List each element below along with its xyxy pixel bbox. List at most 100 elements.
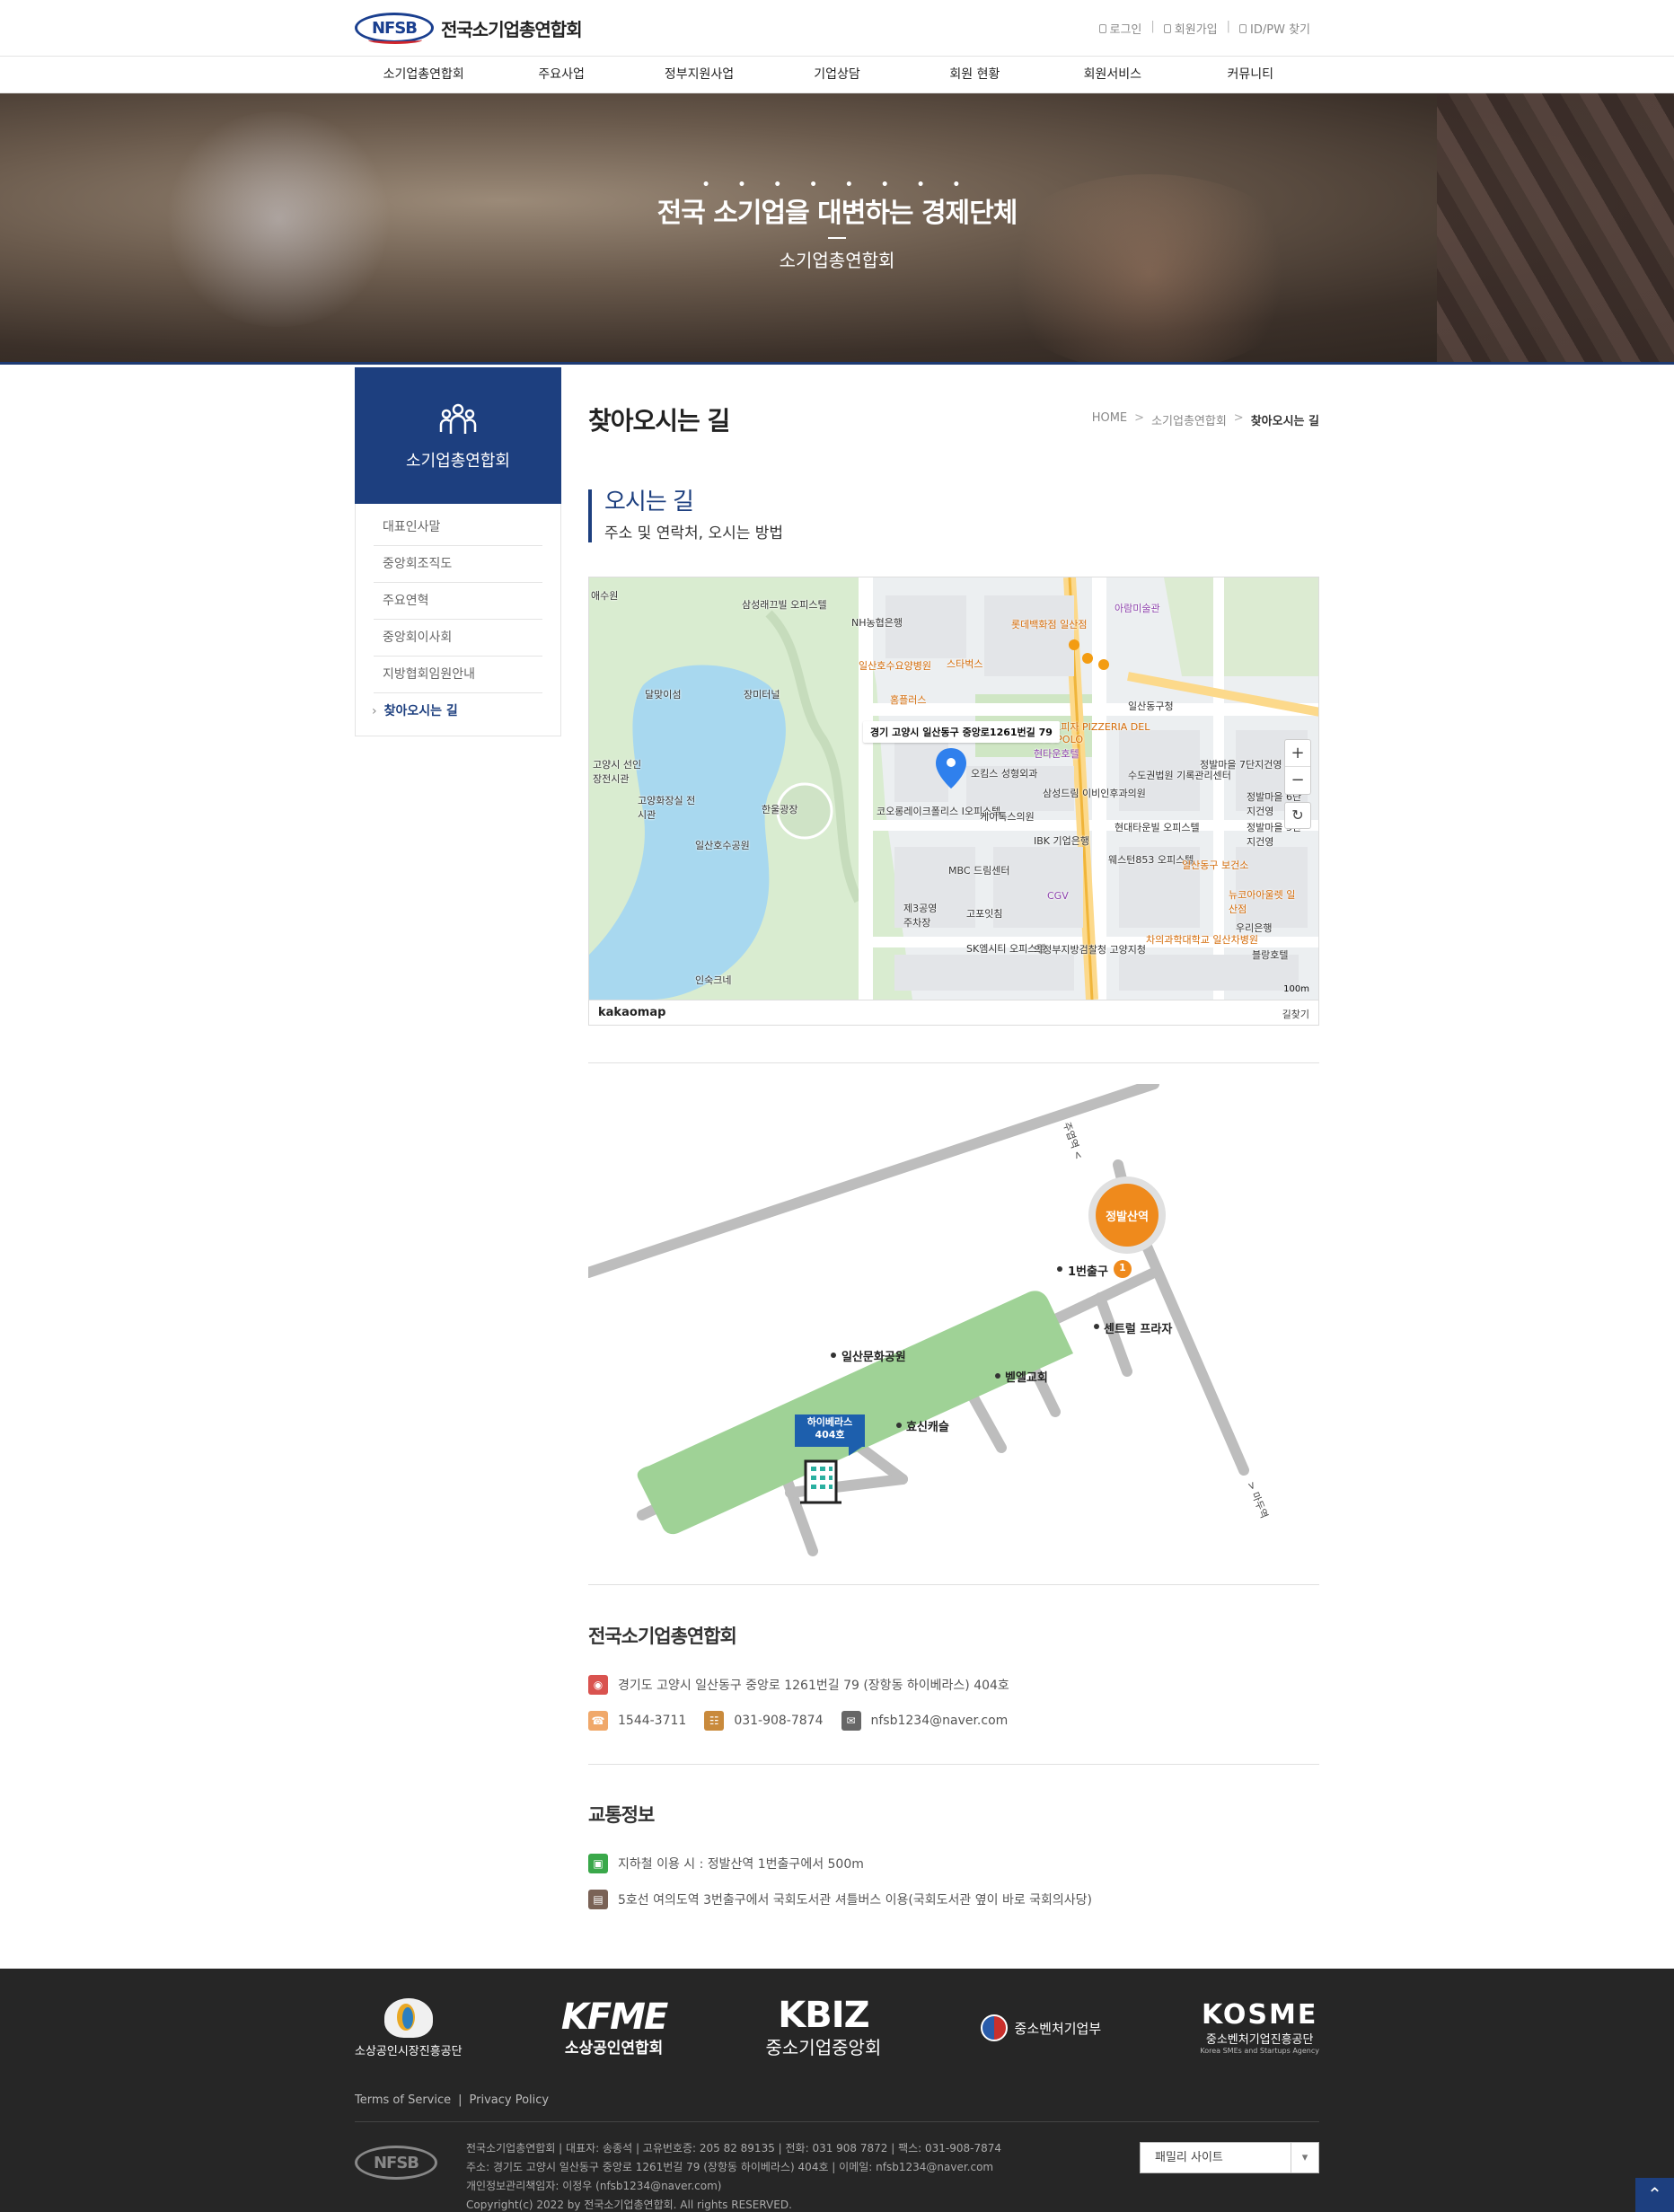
email-text[interactable]: nfsb1234@naver.com bbox=[871, 1714, 1009, 1728]
map-poi[interactable]: 고양화장실 전시관 bbox=[638, 793, 700, 822]
map-poi[interactable]: 아람미술관 bbox=[1115, 601, 1160, 615]
directions-link[interactable]: 길찾기 bbox=[1282, 1007, 1309, 1021]
map-poi[interactable]: 블랑호텔 bbox=[1252, 947, 1288, 962]
divider bbox=[588, 1764, 1319, 1765]
map-poi[interactable]: 일산동구 보건소 bbox=[1182, 858, 1248, 872]
phone-text[interactable]: 1544-3711 bbox=[618, 1714, 686, 1728]
side-nav-item[interactable]: 주요연혁 bbox=[374, 583, 542, 620]
nav-item-business[interactable]: 주요사업 bbox=[492, 57, 630, 93]
map-poi[interactable]: 애수원 bbox=[591, 588, 618, 603]
footer: 소상공인시장진흥공단 KFME 소상공인연합회 KBIZ 중소기업중앙회 중소벤… bbox=[0, 1969, 1674, 2212]
nav-item-community[interactable]: 커뮤니티 bbox=[1182, 57, 1319, 93]
org-title: 전국소기업총연합회 bbox=[588, 1626, 737, 1647]
map-address-label: 경기 고양시 일산동구 중앙로1261번길 79 bbox=[863, 721, 1060, 743]
login-link[interactable]: 로그인 bbox=[1098, 20, 1141, 37]
map-poi[interactable]: 현타운호텔 bbox=[1034, 746, 1079, 761]
section-title: 오시는 길 bbox=[604, 489, 694, 516]
section-heading: 오시는 길 주소 및 연락처, 오시는 방법 bbox=[588, 489, 783, 542]
partner-kosme[interactable]: KOSME 중소벤처기업진흥공단 Korea SMEs and Startups… bbox=[1200, 1999, 1319, 2056]
map-poi[interactable]: 정발마을 7단지건영 bbox=[1200, 757, 1282, 771]
map-poi[interactable]: 제3공영 주차장 bbox=[903, 901, 948, 930]
phone-icon: ☎ bbox=[588, 1711, 608, 1731]
hero-banner: • • • • • • • • 전국 소기업을 대변하는 경제단체 소기업총연합회 bbox=[0, 93, 1674, 365]
map-poi[interactable]: 뉴코아아울렛 일산점 bbox=[1229, 887, 1300, 916]
map-poi[interactable]: 롯데백화점 일산점 bbox=[1011, 617, 1087, 631]
nav-item-consulting[interactable]: 기업상담 bbox=[768, 57, 905, 93]
building-flag-line: 404호 bbox=[815, 1429, 845, 1441]
map-poi[interactable]: 의정부지방검찰청 고양지청 bbox=[1034, 942, 1146, 956]
nav-item-gov-support[interactable]: 정부지원사업 bbox=[630, 57, 768, 93]
family-site-select[interactable]: 패밀리 사이트 bbox=[1140, 2142, 1319, 2173]
join-label: 회원가입 bbox=[1174, 23, 1218, 37]
taegeuk-icon bbox=[980, 2014, 1008, 2041]
zoom-in-button[interactable]: + bbox=[1285, 740, 1310, 767]
contact-row: ☎ 1544-3711 ☷ 031-908-7874 ✉ nfsb1234@na… bbox=[588, 1711, 1026, 1731]
privacy-link[interactable]: Privacy Policy bbox=[470, 2093, 550, 2107]
map-poi[interactable]: 인숙크네 bbox=[695, 973, 731, 987]
partner-name: 중소벤처기업진흥공단 bbox=[1205, 2033, 1314, 2047]
place-label: 센트럴 프라자 bbox=[1104, 1323, 1173, 1336]
hero-title-text: 전국 소기업을 대변하는 경제단체 bbox=[656, 198, 1018, 229]
map-poi[interactable]: 일산호수요양병원 bbox=[859, 658, 931, 673]
kakao-map[interactable]: 삼성래끄빌 오피스텔 NH농협은행 롯데백화점 일산점 아람미술관 일산호수요양… bbox=[588, 577, 1319, 1026]
nav-item-association[interactable]: 소기업총연합회 bbox=[355, 57, 492, 93]
zoom-out-button[interactable]: − bbox=[1285, 767, 1310, 794]
partner-semas[interactable]: 소상공인시장진흥공단 bbox=[355, 1997, 463, 2058]
address-row: ◉ 경기도 고양시 일산동구 중앙로 1261번길 79 (장항동 하이베라스)… bbox=[588, 1675, 1009, 1695]
map-poi[interactable]: 현대타운빌 오피스텔 bbox=[1115, 820, 1200, 834]
map-poi[interactable]: CGV bbox=[1047, 890, 1069, 902]
partner-name: 중소벤처기업부 bbox=[1014, 2020, 1102, 2037]
map-poi[interactable]: 오킴스 성형외과 bbox=[971, 766, 1037, 780]
map-poi[interactable]: IBK 기업은행 bbox=[1034, 833, 1089, 848]
logo-text: 전국소기업총연합회 bbox=[441, 18, 583, 40]
page-title: 찾아오시는 길 bbox=[588, 406, 730, 436]
partner-name: 소상공인시장진흥공단 bbox=[355, 2044, 463, 2058]
side-nav-item-active[interactable]: 찾아오시는 길 bbox=[374, 693, 542, 730]
map-poi[interactable]: 우리은행 bbox=[1236, 921, 1272, 935]
top-bar: NFSB 전국소기업총연합회 로그인 | 회원가입 | ID/PW 찾기 bbox=[0, 0, 1674, 57]
kakaomap-logo[interactable]: kakaomap bbox=[598, 1006, 665, 1019]
side-nav-item[interactable]: 대표인사말 bbox=[374, 509, 542, 546]
exit-label: 1번출구 bbox=[1068, 1265, 1108, 1279]
map-poi[interactable]: 고양시 선인장전시관 bbox=[593, 757, 647, 786]
partner-mss[interactable]: 중소벤처기업부 bbox=[980, 2014, 1102, 2041]
footer-logo: NFSB bbox=[355, 2146, 437, 2180]
side-nav-item[interactable]: 지방협회임원안내 bbox=[374, 657, 542, 693]
map-poi[interactable]: 달맞이섬 bbox=[645, 687, 681, 701]
map-poi[interactable]: 일산동구청 bbox=[1128, 699, 1174, 713]
partner-kfme[interactable]: KFME 소상공인연합회 bbox=[560, 1996, 668, 2058]
fax-text: 031-908-7874 bbox=[734, 1714, 824, 1728]
map-poi[interactable]: 삼성드림 이비인후과의원 bbox=[1043, 786, 1146, 800]
map-poi[interactable]: 홈플러스 bbox=[890, 692, 926, 707]
refresh-icon[interactable]: ↻ bbox=[1284, 802, 1311, 829]
map-poi[interactable]: 폴로피자 PIZZERIA DEL POPOLO bbox=[1043, 719, 1177, 745]
join-link[interactable]: 회원가입 bbox=[1163, 20, 1218, 37]
breadcrumb-item[interactable]: 소기업총연합회 bbox=[1151, 411, 1227, 428]
map-poi[interactable]: 한울광장 bbox=[762, 802, 797, 816]
map-poi[interactable]: MBC 드림센터 bbox=[948, 863, 1010, 877]
partner-wordmark: KFME bbox=[560, 1996, 668, 2038]
divider: | bbox=[1150, 20, 1155, 33]
partner-name: 중소기업중앙회 bbox=[765, 2036, 882, 2058]
site-logo[interactable]: NFSB 전국소기업총연합회 bbox=[355, 13, 583, 44]
map-poi[interactable]: NH농협은행 bbox=[851, 615, 903, 630]
map-poi[interactable]: 장미터널 bbox=[744, 687, 780, 701]
breadcrumb-home[interactable]: HOME bbox=[1092, 411, 1127, 428]
nav-item-members[interactable]: 회원 현황 bbox=[906, 57, 1044, 93]
side-nav-item[interactable]: 중앙회이사회 bbox=[374, 620, 542, 657]
scroll-top-icon[interactable]: ⌃ bbox=[1635, 2178, 1674, 2212]
nav-item-member-service[interactable]: 회원서비스 bbox=[1044, 57, 1181, 93]
map-poi[interactable]: 고포잇침 bbox=[966, 906, 1002, 921]
divider bbox=[588, 1584, 1319, 1585]
map-poi[interactable]: 삼성래끄빌 오피스텔 bbox=[742, 597, 827, 612]
terms-link[interactable]: Terms of Service bbox=[355, 2093, 451, 2107]
partner-kbiz[interactable]: KBIZ 중소기업중앙회 bbox=[766, 1997, 882, 2059]
map-poi[interactable]: 스타벅스 bbox=[947, 657, 982, 671]
side-nav-item[interactable]: 중앙회조직도 bbox=[374, 546, 542, 583]
find-id-link[interactable]: ID/PW 찾기 bbox=[1239, 20, 1310, 37]
map-poi[interactable]: 일산호수공원 bbox=[695, 838, 750, 852]
map-poi[interactable]: 케이톡스의원 bbox=[980, 809, 1035, 824]
mail-icon: ✉ bbox=[841, 1711, 861, 1731]
logo-mark: NFSB bbox=[355, 13, 434, 44]
partner-wordmark: KOSME bbox=[1202, 1999, 1318, 2031]
